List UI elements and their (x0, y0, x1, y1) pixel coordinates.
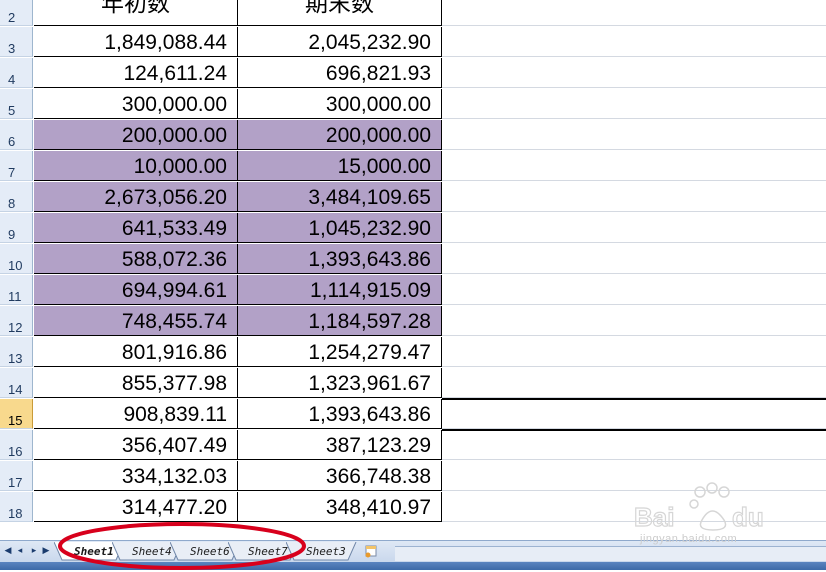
cell-opening-balance[interactable]: 2,673,056.20 (34, 182, 238, 212)
empty-cells[interactable] (442, 368, 826, 398)
table-row: 7 10,000.00 15,000.00 (0, 151, 826, 182)
cell-opening-balance[interactable]: 124,611.24 (34, 58, 238, 88)
table-row: 15 908,839.11 1,393,643.86 (0, 399, 826, 430)
row-number[interactable]: 17 (0, 461, 33, 491)
row-number[interactable]: 14 (0, 368, 33, 398)
selection-border-bottom (442, 429, 826, 431)
cell-opening-balance[interactable]: 1,849,088.44 (34, 27, 238, 57)
empty-cells[interactable] (442, 213, 826, 243)
table-row: 13 801,916.86 1,254,279.47 (0, 337, 826, 368)
cell-closing-balance[interactable]: 387,123.29 (238, 430, 442, 460)
empty-cells[interactable] (442, 151, 826, 181)
table-row: 5 300,000.00 300,000.00 (0, 89, 826, 120)
row-number[interactable]: 6 (0, 120, 33, 150)
cell-closing-balance[interactable]: 2,045,232.90 (238, 27, 442, 57)
cell-closing-balance[interactable]: 1,045,232.90 (238, 213, 442, 243)
cell-opening-balance[interactable]: 908,839.11 (34, 399, 238, 429)
table-row: 11 694,994.61 1,114,915.09 (0, 275, 826, 306)
row-number[interactable]: 9 (0, 213, 33, 243)
cell-opening-balance[interactable]: 588,072.36 (34, 244, 238, 274)
cell-closing-balance[interactable]: 15,000.00 (238, 151, 442, 181)
empty-cells[interactable] (442, 337, 826, 367)
cell-opening-balance[interactable]: 356,407.49 (34, 430, 238, 460)
table-row: 14 855,377.98 1,323,961.67 (0, 368, 826, 399)
prev-sheet-icon[interactable]: ◂ (14, 545, 26, 556)
row-number[interactable]: 4 (0, 58, 33, 88)
row-number[interactable]: 8 (0, 182, 33, 212)
table-row: 16 356,407.49 387,123.29 (0, 430, 826, 461)
table-row: 10 588,072.36 1,393,643.86 (0, 244, 826, 275)
header-row: 2 年初数 期末数 (0, 0, 826, 27)
cell-closing-balance[interactable]: 366,748.38 (238, 461, 442, 491)
last-sheet-icon[interactable]: ▶ (40, 545, 52, 556)
cell-closing-balance[interactable]: 200,000.00 (238, 120, 442, 150)
row-number[interactable]: 3 (0, 27, 33, 57)
empty-cells[interactable] (442, 120, 826, 150)
header-cell-closing[interactable]: 期末数 (238, 0, 442, 26)
empty-cells[interactable] (442, 0, 826, 26)
table-row: 3 1,849,088.44 2,045,232.90 (0, 27, 826, 58)
empty-cells[interactable] (442, 182, 826, 212)
selection-border-top (442, 398, 826, 400)
table-row: 6 200,000.00 200,000.00 (0, 120, 826, 151)
status-bar (0, 562, 826, 570)
sheet-tab-label: Sheet3 (306, 545, 346, 558)
table-row: 9 641,533.49 1,045,232.90 (0, 213, 826, 244)
row-number[interactable]: 11 (0, 275, 33, 305)
cell-opening-balance[interactable]: 855,377.98 (34, 368, 238, 398)
cell-opening-balance[interactable]: 801,916.86 (34, 337, 238, 367)
cell-closing-balance[interactable]: 1,393,643.86 (238, 244, 442, 274)
empty-cells[interactable] (442, 306, 826, 336)
insert-sheet-icon[interactable] (363, 544, 379, 558)
first-sheet-icon[interactable]: ◀ (2, 545, 14, 556)
cell-closing-balance[interactable]: 348,410.97 (238, 492, 442, 522)
row-number[interactable]: 2 (0, 0, 33, 26)
cell-closing-balance[interactable]: 3,484,109.65 (238, 182, 442, 212)
svg-text:Bai: Bai (634, 502, 674, 532)
next-sheet-icon[interactable]: ▸ (28, 545, 40, 556)
row-number[interactable]: 5 (0, 89, 33, 119)
watermark-url: jingyan.baidu.com (640, 533, 738, 545)
empty-cells[interactable] (442, 89, 826, 119)
empty-cells[interactable] (442, 58, 826, 88)
cell-opening-balance[interactable]: 314,477.20 (34, 492, 238, 522)
cell-closing-balance[interactable]: 1,323,961.67 (238, 368, 442, 398)
sheet-tab-sheet3[interactable]: Sheet3 (286, 542, 358, 561)
cell-opening-balance[interactable]: 200,000.00 (34, 120, 238, 150)
table-row: 4 124,611.24 696,821.93 (0, 58, 826, 89)
empty-cells[interactable] (442, 244, 826, 274)
table-row: 12 748,455.74 1,184,597.28 (0, 306, 826, 337)
empty-cells[interactable] (442, 399, 826, 429)
row-number[interactable]: 18 (0, 492, 33, 522)
row-number[interactable]: 12 (0, 306, 33, 336)
row-number[interactable]: 10 (0, 244, 33, 274)
row-number[interactable]: 15 (0, 399, 33, 429)
row-number[interactable]: 7 (0, 151, 33, 181)
cell-opening-balance[interactable]: 10,000.00 (34, 151, 238, 181)
empty-cells[interactable] (442, 430, 826, 460)
row-number[interactable]: 16 (0, 430, 33, 460)
sheet-tab-label: Sheet7 (248, 545, 288, 558)
svg-text:du: du (732, 502, 764, 532)
sheet-tab-label: Sheet4 (132, 545, 172, 558)
empty-cells[interactable] (442, 275, 826, 305)
cell-opening-balance[interactable]: 641,533.49 (34, 213, 238, 243)
cell-closing-balance[interactable]: 1,254,279.47 (238, 337, 442, 367)
cell-opening-balance[interactable]: 694,994.61 (34, 275, 238, 305)
header-cell-opening[interactable]: 年初数 (34, 0, 238, 26)
empty-cells[interactable] (442, 27, 826, 57)
cell-closing-balance[interactable]: 300,000.00 (238, 89, 442, 119)
cell-closing-balance[interactable]: 1,393,643.86 (238, 399, 442, 429)
table-row: 8 2,673,056.20 3,484,109.65 (0, 182, 826, 213)
cell-closing-balance[interactable]: 1,114,915.09 (238, 275, 442, 305)
spreadsheet-grid: 2 年初数 期末数 3 1,849,088.44 2,045,232.90 4 124,… (0, 0, 826, 540)
sheet-tab-label: Sheet1 (74, 545, 114, 558)
cell-opening-balance[interactable]: 300,000.00 (34, 89, 238, 119)
cell-closing-balance[interactable]: 696,821.93 (238, 58, 442, 88)
cell-opening-balance[interactable]: 334,132.03 (34, 461, 238, 491)
row-number[interactable]: 13 (0, 337, 33, 367)
sheet-tab-label: Sheet6 (190, 545, 230, 558)
cell-closing-balance[interactable]: 1,184,597.28 (238, 306, 442, 336)
cell-opening-balance[interactable]: 748,455.74 (34, 306, 238, 336)
